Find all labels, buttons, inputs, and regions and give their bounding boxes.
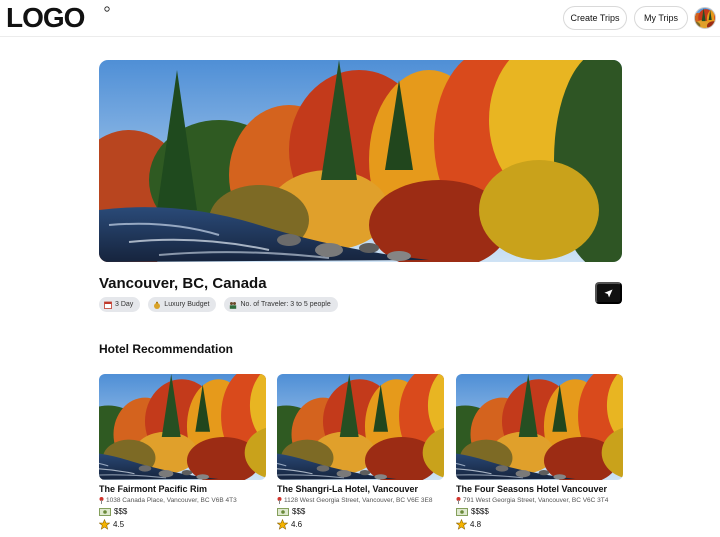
tag-travelers: No. of Traveler: 3 to 5 people — [224, 297, 338, 312]
tag-label: No. of Traveler: 3 to 5 people — [240, 301, 331, 308]
money-icon — [456, 507, 468, 516]
hotel-rating: 4.5 — [99, 519, 266, 530]
hotel-address-text: 1128 West Georgia Street, Vancouver, BC … — [284, 497, 433, 504]
hotel-address: 1128 West Georgia Street, Vancouver, BC … — [277, 497, 444, 504]
star-icon — [456, 519, 467, 530]
hotel-address: 1038 Canada Place, Vancouver, BC V6B 4T3 — [99, 497, 266, 504]
pin-icon — [277, 497, 282, 504]
hotel-name: The Shangri-La Hotel, Vancouver — [277, 484, 419, 494]
star-icon — [277, 519, 288, 530]
my-trips-button[interactable]: My Trips — [634, 6, 688, 30]
hotel-price: $$$$ — [456, 507, 623, 516]
hotel-price-text: $$$ — [114, 507, 128, 516]
destination-title: Vancouver, BC, Canada — [99, 275, 267, 292]
top-bar: LOGO Create Trips My Trips — [0, 0, 720, 37]
tag-duration: 3 Day — [99, 297, 141, 312]
hotel-price-text: $$$$ — [471, 507, 489, 516]
money-icon — [277, 507, 289, 516]
hotel-rating-text: 4.6 — [291, 520, 303, 529]
hotel-price: $$$ — [277, 507, 444, 516]
pin-icon — [456, 497, 461, 504]
hotel-card[interactable]: The Four Seasons Hotel Vancouver 791 Wes… — [456, 374, 623, 530]
hotel-rating-text: 4.5 — [113, 520, 125, 529]
logo[interactable]: LOGO — [6, 4, 112, 30]
destination-hero-image — [99, 60, 622, 262]
trip-tags: 3 Day Luxury Budget No. of Traveler: 3 t… — [99, 297, 338, 312]
hotel-rating-text: 4.8 — [470, 520, 482, 529]
hotel-address-text: 791 West Georgia Street, Vancouver, BC V… — [463, 497, 609, 504]
people-icon — [230, 301, 237, 309]
avatar[interactable] — [694, 7, 716, 29]
money-bag-icon — [154, 301, 161, 309]
money-icon — [99, 507, 111, 516]
hotel-image — [99, 374, 266, 480]
tag-label: 3 Day — [115, 301, 134, 308]
tag-label: Luxury Budget — [164, 301, 210, 308]
hotel-rating: 4.8 — [456, 519, 623, 530]
hotel-address-text: 1038 Canada Place, Vancouver, BC V6B 4T3 — [106, 497, 237, 504]
share-button[interactable] — [595, 282, 622, 304]
hotel-address: 791 West Georgia Street, Vancouver, BC V… — [456, 497, 623, 504]
hotel-price: $$$ — [99, 507, 266, 516]
send-icon — [604, 288, 613, 298]
hotel-card[interactable]: The Shangri-La Hotel, Vancouver 1128 Wes… — [277, 374, 444, 530]
hotel-name: The Fairmont Pacific Rim — [99, 484, 208, 494]
hotel-card[interactable]: The Fairmont Pacific Rim 1038 Canada Pla… — [99, 374, 266, 530]
pin-icon — [99, 497, 104, 504]
hotel-image — [456, 374, 623, 480]
hotel-image — [277, 374, 444, 480]
svg-text:LOGO: LOGO — [6, 4, 85, 30]
tag-budget: Luxury Budget — [148, 297, 217, 312]
create-trips-button[interactable]: Create Trips — [563, 6, 627, 30]
hotel-price-text: $$$ — [292, 507, 306, 516]
calendar-icon — [104, 301, 112, 309]
hotel-name: The Four Seasons Hotel Vancouver — [456, 484, 608, 494]
hotel-rating: 4.6 — [277, 519, 444, 530]
hotel-section-title: Hotel Recommendation — [99, 342, 234, 356]
star-icon — [99, 519, 110, 530]
